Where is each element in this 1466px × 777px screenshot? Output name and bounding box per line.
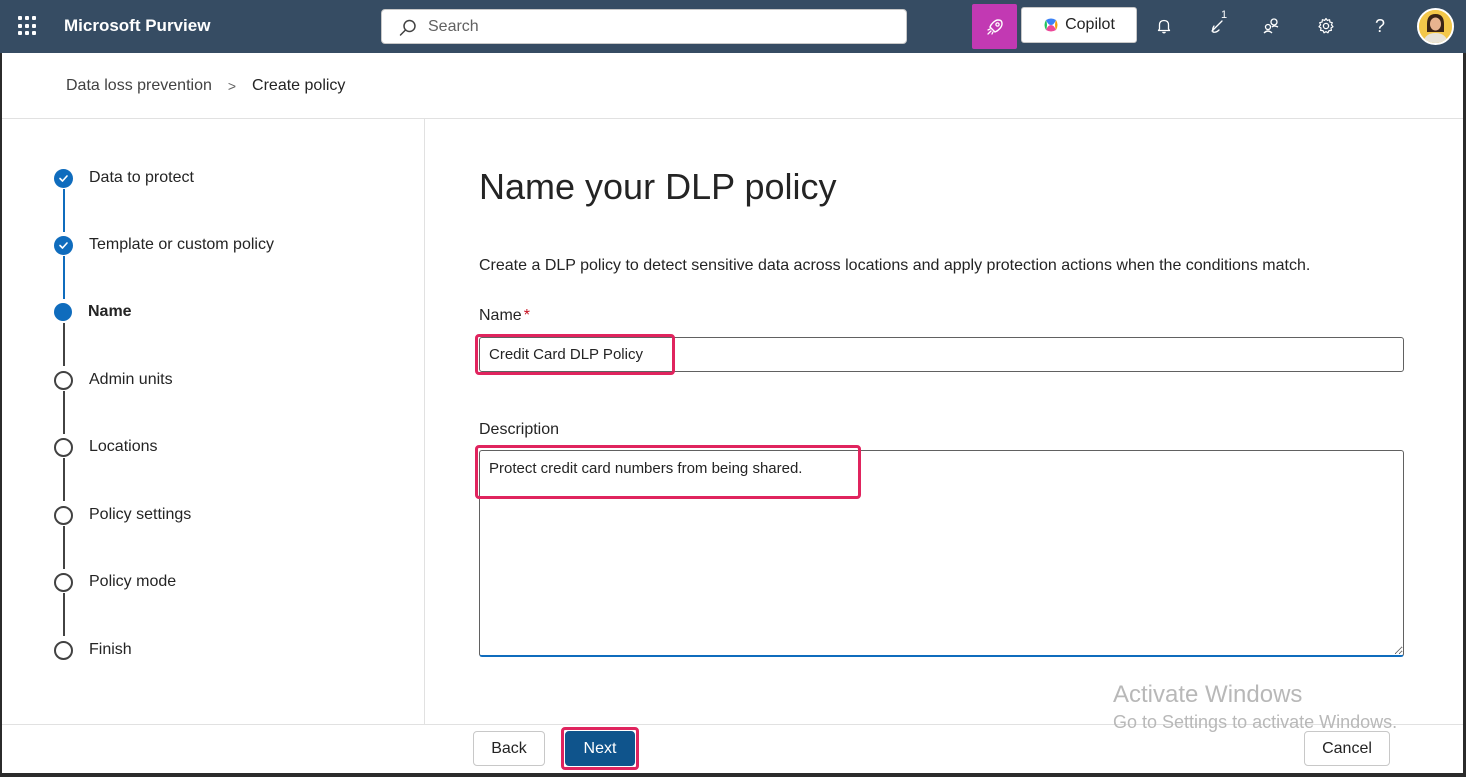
step-label: Data to protect [89,169,194,186]
rocket-button[interactable] [972,4,1017,49]
help-button[interactable]: ? [1367,13,1393,39]
copilot-label: Copilot [1065,16,1115,33]
settings-button[interactable] [1313,13,1339,39]
step-label: Finish [89,641,132,658]
step-data-to-protect[interactable]: Data to protect [54,167,194,189]
step-label: Policy settings [89,506,192,523]
rocket-icon [986,18,1003,35]
step-policy-settings: Policy settings [54,504,191,526]
breadcrumb-item-dlp[interactable]: Data loss prevention [66,77,212,95]
description-textarea[interactable]: Protect credit card numbers from being s… [479,450,1404,657]
copilot-button[interactable]: Copilot [1021,7,1137,43]
main-panel: Data loss prevention > Create policy Dat… [2,53,1463,773]
step-connector [63,189,65,232]
step-admin-units: Admin units [54,369,173,391]
step-connector [63,458,65,501]
pending-step-icon [54,505,73,525]
name-label-text: Name [479,307,522,324]
step-label: Policy mode [89,573,177,590]
step-connector [63,256,65,299]
step-connector [63,593,65,636]
checkmark-icon [54,168,73,188]
copilot-icon [1044,18,1058,32]
community-button[interactable] [1259,13,1285,39]
step-label: Template or custom policy [89,236,274,253]
breadcrumb-item-create-policy: Create policy [252,77,346,94]
search-input[interactable] [428,16,888,38]
name-input[interactable] [479,337,1404,372]
watermark-line2: Go to Settings to activate Windows. [1113,712,1398,732]
gear-icon [1318,17,1334,34]
breadcrumb-separator: > [227,78,237,94]
step-policy-mode: Policy mode [54,571,176,593]
step-template[interactable]: Template or custom policy [54,234,274,256]
step-connector [63,526,65,569]
app-launcher-icon[interactable] [18,16,38,36]
activate-windows-watermark: Activate Windows Go to Settings to activ… [1113,681,1398,732]
current-step-icon [54,303,72,321]
step-label: Locations [89,438,158,455]
avatar[interactable] [1417,8,1454,45]
cancel-button[interactable]: Cancel [1304,731,1390,766]
step-connector [63,323,65,366]
question-mark-icon: ? [1374,15,1385,36]
name-field-label: Name * [479,307,530,325]
required-marker: * [523,307,530,324]
app-name[interactable]: Microsoft Purview [64,16,210,36]
next-button[interactable]: Next [565,731,635,766]
sidebar-divider [424,119,425,725]
pending-step-icon [54,572,73,592]
notifications-button[interactable] [1151,13,1177,39]
checkmark-icon [54,235,73,255]
pending-step-icon [54,437,73,457]
step-name[interactable]: Name [54,301,132,323]
pending-step-icon [54,640,73,660]
page-description: Create a DLP policy to detect sensitive … [479,257,1311,274]
back-button[interactable]: Back [473,731,545,766]
page-title: Name your DLP policy [479,166,837,207]
step-connector [63,391,65,434]
header-divider [2,118,1463,119]
people-icon [1263,18,1279,34]
activity-button[interactable]: 1 [1205,9,1231,39]
search-box[interactable] [381,9,907,44]
step-finish: Finish [54,639,132,661]
notification-badge: 1 [1221,9,1228,21]
step-label: Admin units [89,371,173,388]
step-label: Name [88,303,132,320]
user-photo-icon [1419,10,1452,43]
bell-icon [1157,19,1171,34]
step-locations: Locations [54,436,158,458]
search-icon [399,19,416,36]
breadcrumb: Data loss prevention > Create policy [66,77,345,95]
pending-step-icon [54,370,73,390]
top-bar: Microsoft Purview Copilot [0,0,1466,53]
description-field-label: Description [479,421,560,438]
watermark-line1: Activate Windows [1113,681,1303,708]
